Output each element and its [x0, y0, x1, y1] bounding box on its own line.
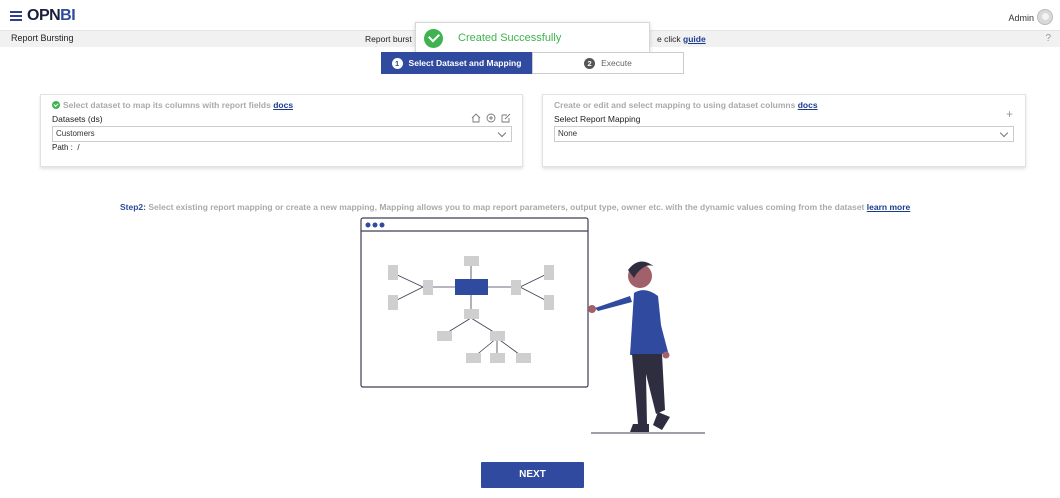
- avatar[interactable]: [1037, 9, 1053, 25]
- mapping-field-label: Select Report Mapping: [554, 114, 641, 124]
- step-execute[interactable]: 2 Execute: [532, 52, 684, 74]
- info-text-right: e click guide: [657, 34, 706, 44]
- check-circle-icon: [52, 101, 60, 109]
- chevron-down-icon: [497, 128, 507, 138]
- step-select-dataset[interactable]: 1 Select Dataset and Mapping: [381, 52, 532, 74]
- add-mapping-icon[interactable]: +: [1006, 107, 1013, 121]
- menu-icon[interactable]: [10, 11, 22, 21]
- dataset-card-heading: Select dataset to map its columns with r…: [52, 100, 293, 110]
- mapping-card: Create or edit and select mapping to usi…: [542, 94, 1026, 167]
- mapping-card-heading: Create or edit and select mapping to usi…: [554, 100, 818, 110]
- step-label: Select Dataset and Mapping: [408, 58, 522, 68]
- guide-link[interactable]: guide: [683, 34, 706, 44]
- dataset-select[interactable]: Customers: [52, 126, 512, 142]
- help-icon[interactable]: ?: [1045, 33, 1051, 44]
- info-text-left: Report burst: [365, 34, 412, 44]
- user-name[interactable]: Admin: [1008, 13, 1034, 23]
- edit-icon[interactable]: [501, 113, 511, 123]
- dataset-docs-link[interactable]: docs: [273, 100, 293, 110]
- step-number: 1: [391, 57, 403, 69]
- dataset-card: Select dataset to map its columns with r…: [40, 94, 523, 167]
- learn-more-link[interactable]: learn more: [867, 202, 910, 212]
- page-title: Report Bursting: [11, 33, 74, 43]
- chevron-down-icon: [999, 128, 1009, 138]
- wizard-stepper: 1 Select Dataset and Mapping 2 Execute: [381, 52, 684, 74]
- step2-description: Step2: Select existing report mapping or…: [120, 202, 911, 212]
- mapping-select[interactable]: None: [554, 126, 1014, 142]
- step-label: Execute: [601, 58, 632, 68]
- mapping-docs-link[interactable]: docs: [798, 100, 818, 110]
- step-number: 2: [584, 57, 596, 69]
- mapping-illustration: [360, 217, 705, 434]
- dataset-field-label: Datasets (ds): [52, 114, 103, 124]
- add-circle-icon[interactable]: [486, 113, 496, 123]
- dataset-path: Path : /: [52, 143, 80, 152]
- next-button[interactable]: NEXT: [481, 462, 584, 488]
- home-icon[interactable]: [471, 113, 481, 123]
- success-toast[interactable]: Created Successfully: [415, 22, 650, 55]
- success-check-icon: [424, 29, 443, 48]
- dataset-actions: [471, 113, 511, 123]
- app-logo[interactable]: OPNBI: [27, 7, 76, 25]
- toast-message: Created Successfully: [458, 32, 562, 44]
